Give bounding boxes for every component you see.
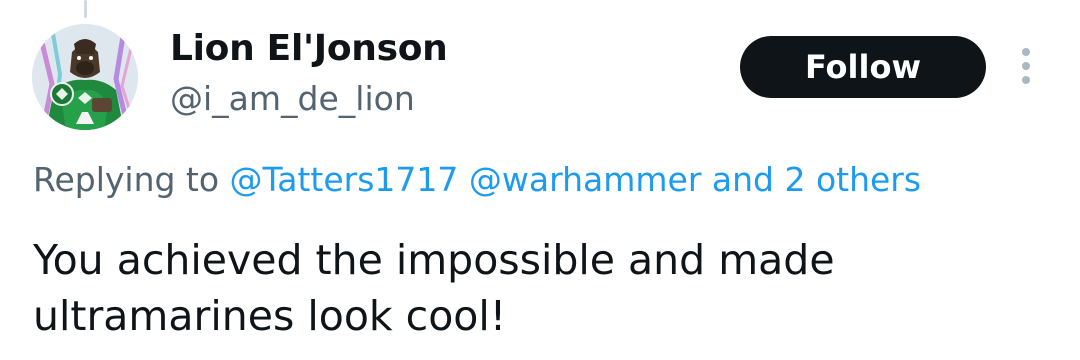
tweet-text-line: ultramarines look cool!	[33, 292, 507, 340]
reply-context: Replying to @Tatters1717 @warhammer and …	[33, 160, 921, 199]
reply-others-link[interactable]: and 2 others	[712, 160, 921, 199]
tweet-text: You achieved the impossible and made ult…	[33, 232, 1053, 344]
reply-prefix: Replying to	[33, 160, 220, 199]
author-display-name[interactable]: Lion El'Jonson	[170, 28, 448, 69]
avatar[interactable]	[32, 24, 138, 130]
mention-link-tatters1717[interactable]: @Tatters1717	[230, 160, 459, 199]
more-vertical-icon[interactable]	[1012, 46, 1040, 86]
author-handle[interactable]: @i_am_de_lion	[170, 79, 415, 118]
follow-button[interactable]: Follow	[740, 36, 986, 98]
mention-link-warhammer[interactable]: @warhammer	[469, 160, 702, 199]
lion-warrior-avatar-icon	[32, 24, 138, 130]
thread-connector-line	[84, 0, 87, 18]
tweet-text-line: You achieved the impossible and made	[33, 236, 835, 284]
